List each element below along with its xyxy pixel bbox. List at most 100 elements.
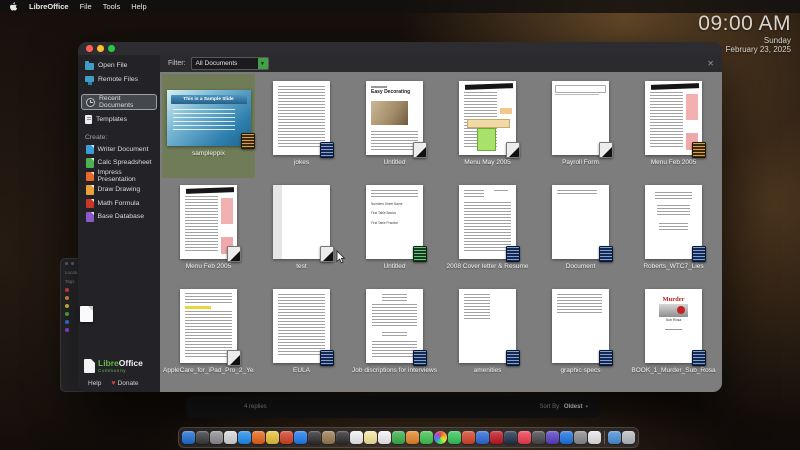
recent-document-payroll-form[interactable]: Payroll Form [534,74,627,178]
mail-icon[interactable] [294,431,307,444]
facetime-icon[interactable] [448,431,461,444]
help-button[interactable]: Help [88,380,101,387]
clock-day: Sunday [763,36,791,45]
filter-label: Filter: [168,60,186,67]
trash-icon[interactable] [622,431,635,444]
music-icon[interactable] [518,431,531,444]
app-light-icon[interactable] [224,431,237,444]
sidebar-item-base-database[interactable]: Base Database [78,210,160,224]
recent-document-job-discriptions-for-interviews[interactable]: Job discriptions for interviews [348,282,441,386]
calendar-icon[interactable] [350,431,363,444]
menu-file[interactable]: File [80,2,92,11]
document-type-icon [86,158,94,168]
document-label: sampleppix [192,150,225,157]
recent-document-untitled[interactable]: Numbers Sheet Name First Table Basics Firs… [348,178,441,282]
sidebar-item-label: Calc Spreadsheet [97,159,152,167]
sidebar-item-math-formula[interactable]: Math Formula [78,197,160,211]
recent-document-graphic-specs[interactable]: graphic specs [534,282,627,386]
safari-icon[interactable] [238,431,251,444]
podcasts-icon[interactable] [546,431,559,444]
app-dark-icon[interactable] [196,431,209,444]
recent-document-2008-cover-letter-resume[interactable]: 2008 Cover letter & Resume [441,178,534,282]
reminders-icon[interactable] [378,431,391,444]
apple-logo-icon [10,1,18,11]
recent-document-menu-may-2005[interactable]: Menu May 2005 [441,74,534,178]
downloads-folder-icon[interactable] [608,431,621,444]
folder-app-icon[interactable] [322,431,335,444]
recent-document-eula[interactable]: EULA [255,282,348,386]
launchpad-icon[interactable] [210,431,223,444]
sidebar-item-calc-spreadsheet[interactable]: Calc Spreadsheet [78,156,160,170]
writer-badge-icon [506,246,520,262]
app-green-icon[interactable] [392,431,405,444]
recent-document-jokes[interactable]: jokes [255,74,348,178]
recent-document-applecare-for-ipad-pro-2-years[interactable]: AppleCare_for_iPad_Pro_2_Years [162,282,255,386]
document-label: test [296,263,307,270]
app-orange-icon[interactable] [406,431,419,444]
sidebar-item-draw-drawing[interactable]: Draw Drawing [78,183,160,197]
document-thumbnail [552,81,613,158]
photos-icon[interactable] [434,431,447,444]
close-traffic-light[interactable] [86,45,93,52]
document-type-icon [86,198,94,208]
sidebar-item-label: Open File [98,62,128,70]
firefox-icon[interactable] [252,431,265,444]
recent-document-roberts-wtc7-lies[interactable]: Roberts_WTC7_Lies [627,178,720,282]
apple-menu-icon[interactable] [9,1,18,12]
recent-document-test[interactable]: test [255,178,348,282]
shield-app-icon[interactable] [280,431,293,444]
sidebar-item-templates[interactable]: Templates [78,113,160,127]
notes-icon[interactable] [364,431,377,444]
file-icon [80,306,93,322]
document-label: Menu Feb 2005 [650,159,697,166]
sidebar-item-remote-files[interactable]: Remote Files [78,73,160,87]
recent-document-document[interactable]: Document [534,178,627,282]
recent-document-menu-feb-2005[interactable]: Menu Feb 2005 [162,178,255,282]
recent-document-amenities[interactable]: amenities [441,282,534,386]
window-titlebar[interactable] [78,42,722,55]
menu-tools[interactable]: Tools [103,2,121,11]
chrome-icon[interactable] [266,431,279,444]
app-dark-2-icon[interactable] [532,431,545,444]
dock-separator [604,431,605,444]
generic-badge-icon [506,142,520,158]
sort-by-dropdown[interactable]: Sort By: Oldest ▾ [539,404,588,410]
recent-document-untitled[interactable]: Easy Decorating Untitled [348,74,441,178]
document-thumbnail: Numbers Sheet Name First Table Basics Firs… [366,185,427,262]
sidebar-item-recent-documents[interactable]: Recent Documents [81,94,157,110]
donate-button[interactable]: ♥ Donate [111,380,138,387]
minimize-traffic-light[interactable] [97,45,104,52]
sidebar-item-impress-presentation[interactable]: Impress Presentation [78,169,160,183]
generic-badge-icon [599,142,613,158]
sidebar-item-label: Remote Files [98,75,139,83]
document-label: Payroll Form [562,159,599,166]
filter-dropdown[interactable]: All Documents ▼ [190,57,269,70]
font-book-icon[interactable] [336,431,349,444]
recent-document-menu-feb-2005[interactable]: Menu Feb 2005 [627,74,720,178]
finder-icon[interactable] [182,431,195,444]
netflix-icon[interactable] [490,431,503,444]
recent-document-sampleppix[interactable]: This is a Sample Slide sampleppix [162,74,255,178]
sidebar-item-writer-document[interactable]: Writer Document [78,143,160,157]
recent-document-book-1-murder-sub-rosa[interactable]: Murder Sub Rosa BOOK_1_Murder_Sub_Rosa [627,282,720,386]
tv-app-icon[interactable] [476,431,489,444]
app-white-icon[interactable] [588,431,601,444]
document-label: graphic specs [560,367,601,374]
messages-icon[interactable] [420,431,433,444]
document-thumbnail [459,185,520,262]
siri-icon[interactable] [504,431,517,444]
close-icon[interactable]: ✕ [707,59,714,68]
menu-help[interactable]: Help [131,2,146,11]
app-store-icon[interactable] [560,431,573,444]
app-red-icon[interactable] [462,431,475,444]
tag-dot [65,288,69,292]
terminal-icon[interactable] [308,431,321,444]
generic-badge-icon [320,246,334,262]
menu-libreoffice[interactable]: LibreOffice [29,2,69,11]
settings-icon[interactable] [574,431,587,444]
clock-time: 09:00 AM [698,12,791,35]
document-label: Untitled [383,159,406,166]
sidebar-item-open-file[interactable]: Open File [78,59,160,73]
zoom-traffic-light[interactable] [108,45,115,52]
replies-count: 4 replies [244,404,267,410]
